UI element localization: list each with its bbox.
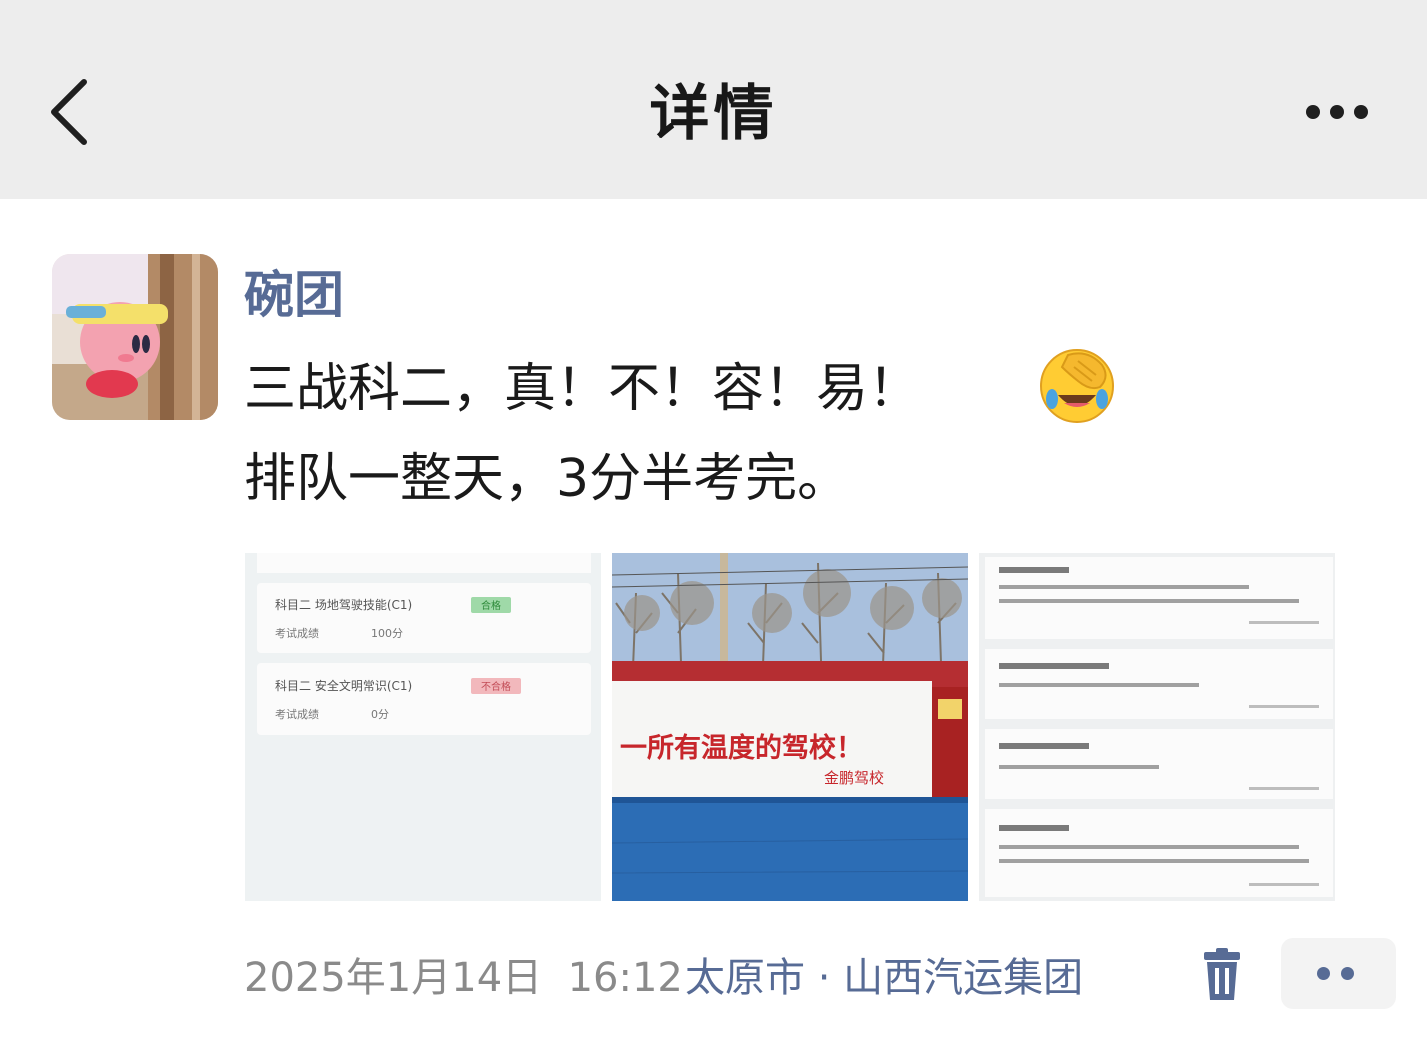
more-dots-icon	[1306, 105, 1320, 119]
sign-main-text: 一所有温度的驾校！	[620, 732, 863, 764]
more-dot	[1330, 105, 1344, 119]
score-row-1-value: 100分	[371, 627, 403, 640]
sign-sub-text: 金鹏驾校	[824, 769, 884, 787]
delete-button[interactable]	[1196, 946, 1248, 1004]
post-image-3[interactable]	[979, 553, 1335, 901]
post-timestamp: 2025年1月14日 16:12	[244, 952, 683, 1004]
comment-like-button[interactable]	[1281, 938, 1396, 1009]
post-time: 16:12	[567, 955, 683, 1001]
comment-dots-icon	[1317, 967, 1330, 980]
trash-icon	[1204, 948, 1240, 1000]
top-navigation-bar: 详情	[0, 0, 1427, 199]
facepalm-laughing-emoji	[1038, 347, 1116, 425]
more-dot	[1354, 105, 1368, 119]
page-title: 详情	[649, 79, 778, 149]
post-text-line-1: 三战科二，真！不！容！易！	[244, 359, 921, 419]
post-date: 2025年1月14日	[244, 955, 543, 1001]
score-row-2-label: 考试成绩	[275, 708, 319, 721]
score-row-1-title: 科目二 场地驾驶技能(C1)	[275, 597, 412, 612]
score-row-1-label: 考试成绩	[275, 627, 319, 640]
score-row-1-badge: 合格	[481, 599, 501, 612]
more-options-button[interactable]	[1292, 90, 1388, 134]
post-image-1[interactable]: 科目二 场地驾驶技能(C1) 合格 考试成绩 100分 科目二 安全文明常识(C…	[245, 553, 601, 901]
comment-dot	[1341, 967, 1354, 980]
author-avatar[interactable]	[52, 254, 218, 420]
avatar-image	[52, 254, 218, 420]
post-location[interactable]: 太原市 · 山西汽运集团	[685, 952, 1175, 1004]
author-name[interactable]: 碗团	[244, 264, 344, 326]
post-text-line-2: 排队一整天，3分半考完。	[244, 449, 850, 509]
score-row-2-title: 科目二 安全文明常识(C1)	[275, 678, 412, 693]
score-row-2-badge: 不合格	[481, 680, 511, 693]
score-row-2-value: 0分	[371, 708, 389, 721]
post-image-2[interactable]: 一所有温度的驾校！ 金鹏驾校	[612, 553, 968, 901]
